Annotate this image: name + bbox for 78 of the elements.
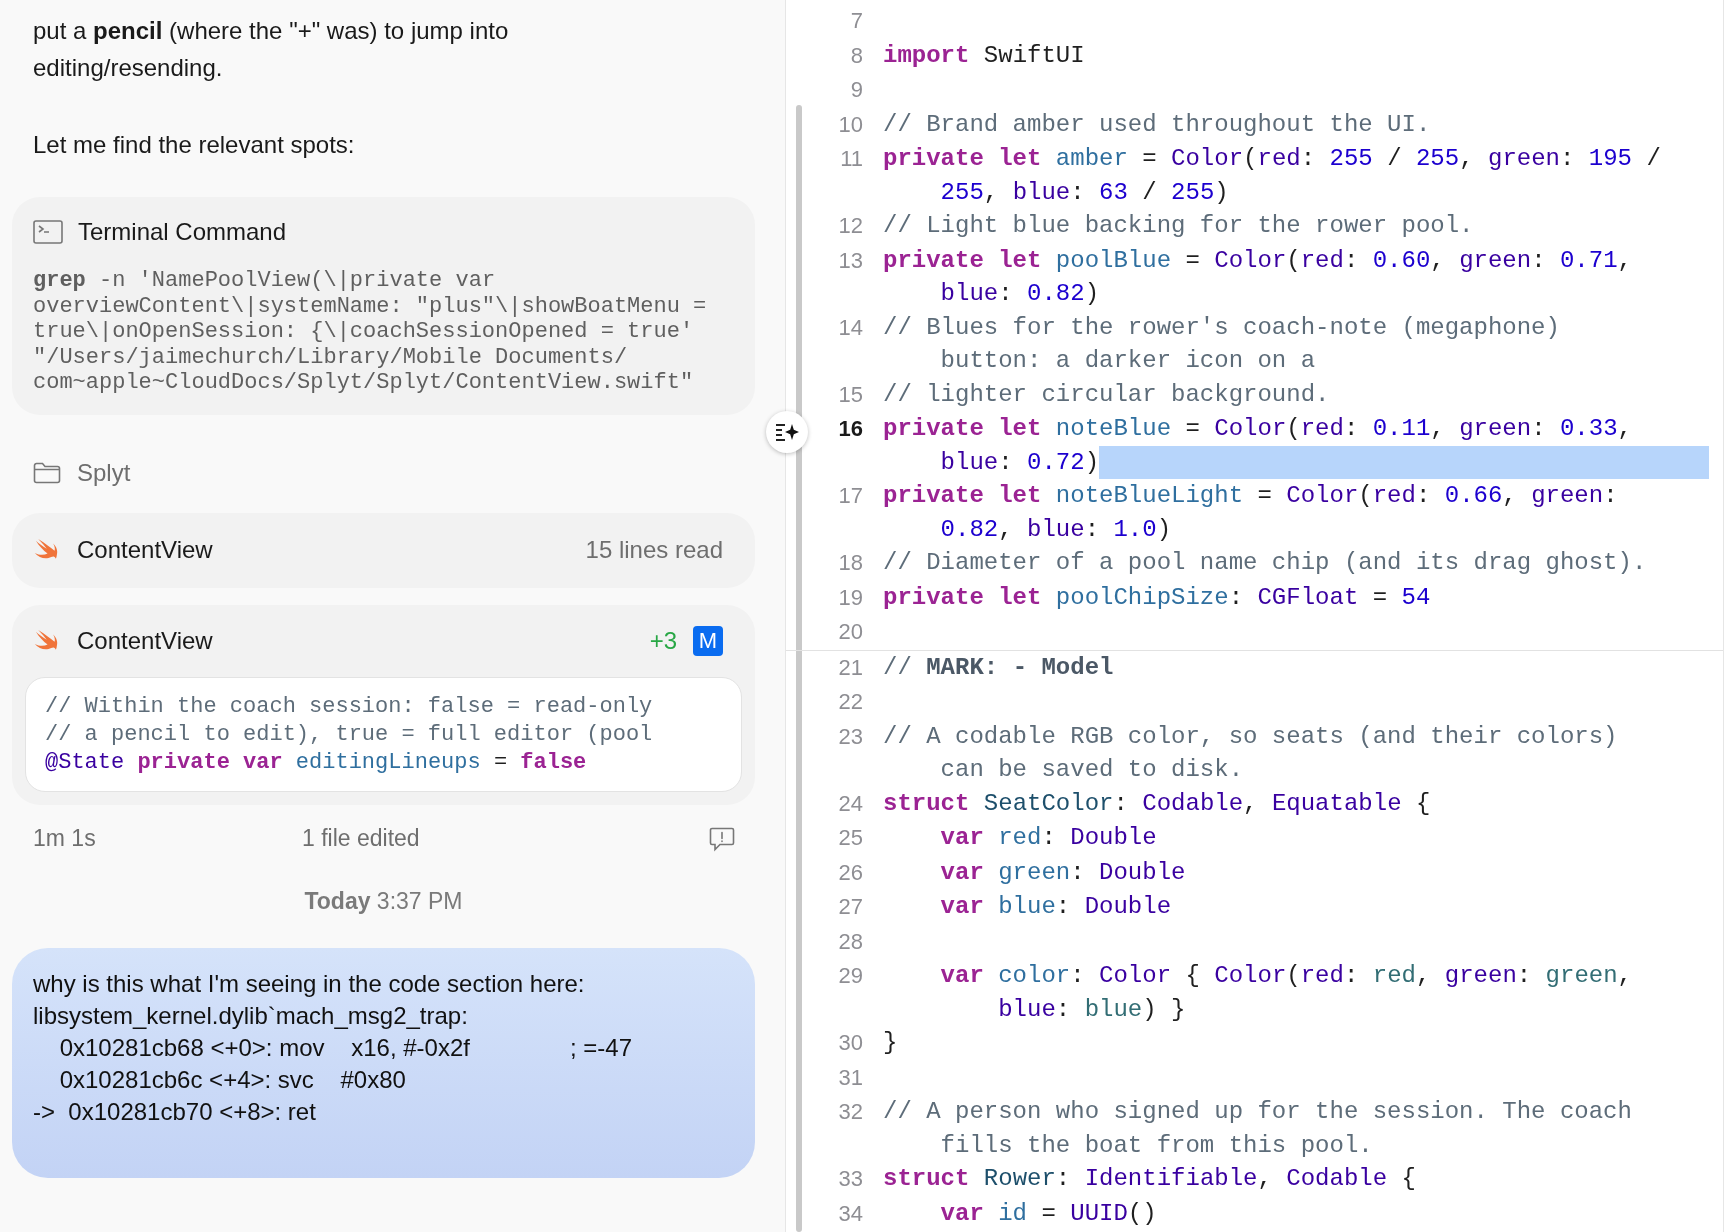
line-number: 8 xyxy=(850,42,863,68)
folder-icon xyxy=(33,461,61,484)
user-message: why is this what I'm seeing in the code section here: libsystem_kernel.dylib`mach_msg2_trap: 0x10281cb68 <+0>: mov x16, #-0x2f ; =-47 0x10281cb6c <+4>: svc #0x80 -> 0x10281cb70 <+8>: ret xyxy=(12,947,755,1178)
folder-name[interactable]: Splyt xyxy=(77,454,131,491)
code-line: can be saved to disk. xyxy=(940,755,1244,785)
file-read-card[interactable]: ContentView 15 lines read xyxy=(12,512,755,588)
code-line: blue: blue) } xyxy=(997,994,1186,1025)
line-number: 25 xyxy=(838,825,863,850)
line-number: 17 xyxy=(838,483,863,508)
code-line: private let poolBlue = Color(red: 0.60, green: 0.71, xyxy=(883,245,1632,276)
line-number: 16 xyxy=(838,416,863,441)
line-number: 30 xyxy=(838,1030,863,1055)
code-line: // A person who signed up for the session. The coach xyxy=(883,1097,1632,1127)
edit-summary: 1 file edited xyxy=(302,824,420,854)
line-number: 33 xyxy=(838,1166,863,1191)
line-number: 27 xyxy=(838,894,863,919)
code-line: 0.82, blue: 1.0) xyxy=(940,514,1172,545)
message-paragraph: put a pencil (where the "+" was) to jump into editing/resending. xyxy=(32,16,510,83)
code-line: private let noteBlueLight = Color(red: 0.66, green: xyxy=(883,481,1618,511)
code-line: struct SeatColor: Codable, Equatable { xyxy=(883,788,1431,819)
feedback-icon[interactable] xyxy=(709,825,735,852)
line-number: 26 xyxy=(838,859,863,885)
code-line: import SwiftUI xyxy=(883,40,1085,71)
line-number: 20 xyxy=(838,619,863,644)
code-line: var red: Double xyxy=(939,823,1157,853)
code-line: blue: 0.82) xyxy=(940,279,1100,309)
code-line: // MARK: - Model xyxy=(883,652,1114,683)
line-number: 15 xyxy=(838,381,863,407)
code-line: 255, blue: 63 / 255) xyxy=(940,177,1229,208)
code-line: private let amber = Color(red: 255 / 255, green: 195 / xyxy=(883,144,1661,174)
code-line: // Light blue backing for the rower pool. xyxy=(883,211,1474,241)
code-line: var green: Double xyxy=(939,857,1186,888)
line-number: 29 xyxy=(838,963,863,988)
line-number: 9 xyxy=(850,77,863,102)
code-line: // Brand amber used throughout the UI. xyxy=(883,109,1431,140)
line-number: 14 xyxy=(838,314,863,340)
line-number: 12 xyxy=(838,213,863,238)
code-line: private let noteBlue = Color(red: 0.11, green: 0.33, xyxy=(883,414,1632,444)
line-number: 32 xyxy=(838,1099,863,1124)
modified-badge: M xyxy=(693,625,723,656)
code-line: var blue: Double xyxy=(939,892,1172,922)
elapsed-time: 1m 1s xyxy=(33,824,96,854)
code-line: private let poolChipSize: CGFloat = 54 xyxy=(883,582,1431,613)
code-preview: // Within the coach session: false = read-only // a pencil to edit), true = full editor (pool @State private var editingLineups = false xyxy=(25,676,742,792)
code-line: var id = UUID() xyxy=(939,1198,1157,1229)
code-line: fills the boat from this pool. xyxy=(940,1130,1373,1161)
line-number: 23 xyxy=(838,723,863,749)
code-line: // A codable RGB color, so seats (and their colors) xyxy=(883,721,1618,752)
line-number: 31 xyxy=(838,1064,863,1090)
command-text: grep -n 'NamePoolView(\|private var overviewContent\|systemName: "plus"\|showBoatMenu = true\|onOpenSession: {\|coachSessionOpened = true' "/Users/jaimechurch/Library/Mobile Documents/ com~apple~CloudDocs/Splyt/Splyt/ContentView.swift" xyxy=(33,268,708,396)
line-number: 24 xyxy=(838,790,863,816)
code-line: struct Rower: Identifiable, Codable { xyxy=(883,1164,1416,1194)
line-number: 21 xyxy=(838,654,863,680)
code-line: var color: Color { Color(red: red, green: green, xyxy=(939,961,1632,991)
timestamp: Today 3:37 PM xyxy=(304,886,463,916)
line-number: 11 xyxy=(840,146,863,171)
file-name[interactable]: ContentView xyxy=(77,622,213,659)
line-number: 18 xyxy=(838,550,863,575)
card-title: Terminal Command xyxy=(78,217,287,247)
code-line: // lighter circular background. xyxy=(883,379,1330,410)
code-line: blue: 0.72) xyxy=(940,447,1100,478)
line-number: 22 xyxy=(838,689,863,714)
code-line: // Blues for the rower's coach-note (megaphone) xyxy=(883,312,1560,343)
file-name: ContentView xyxy=(77,535,213,565)
terminal-icon xyxy=(33,220,63,244)
line-number: 28 xyxy=(838,928,863,954)
line-number: 34 xyxy=(838,1200,863,1226)
read-summary: 15 lines read xyxy=(585,535,723,565)
added-count: +3 xyxy=(649,625,677,656)
code-line: } xyxy=(883,1028,898,1058)
line-number: 19 xyxy=(838,584,863,610)
line-number: 13 xyxy=(838,247,863,273)
line-number: 7 xyxy=(850,8,863,33)
code-line: // Diameter of a pool name chip (and its drag ghost). xyxy=(883,548,1647,578)
message-text: Let me find the relevant spots: xyxy=(32,130,356,160)
code-line: button: a darker icon on a xyxy=(940,346,1316,376)
line-number: 10 xyxy=(838,111,863,137)
scrollbar-thumb[interactable] xyxy=(795,105,802,1232)
